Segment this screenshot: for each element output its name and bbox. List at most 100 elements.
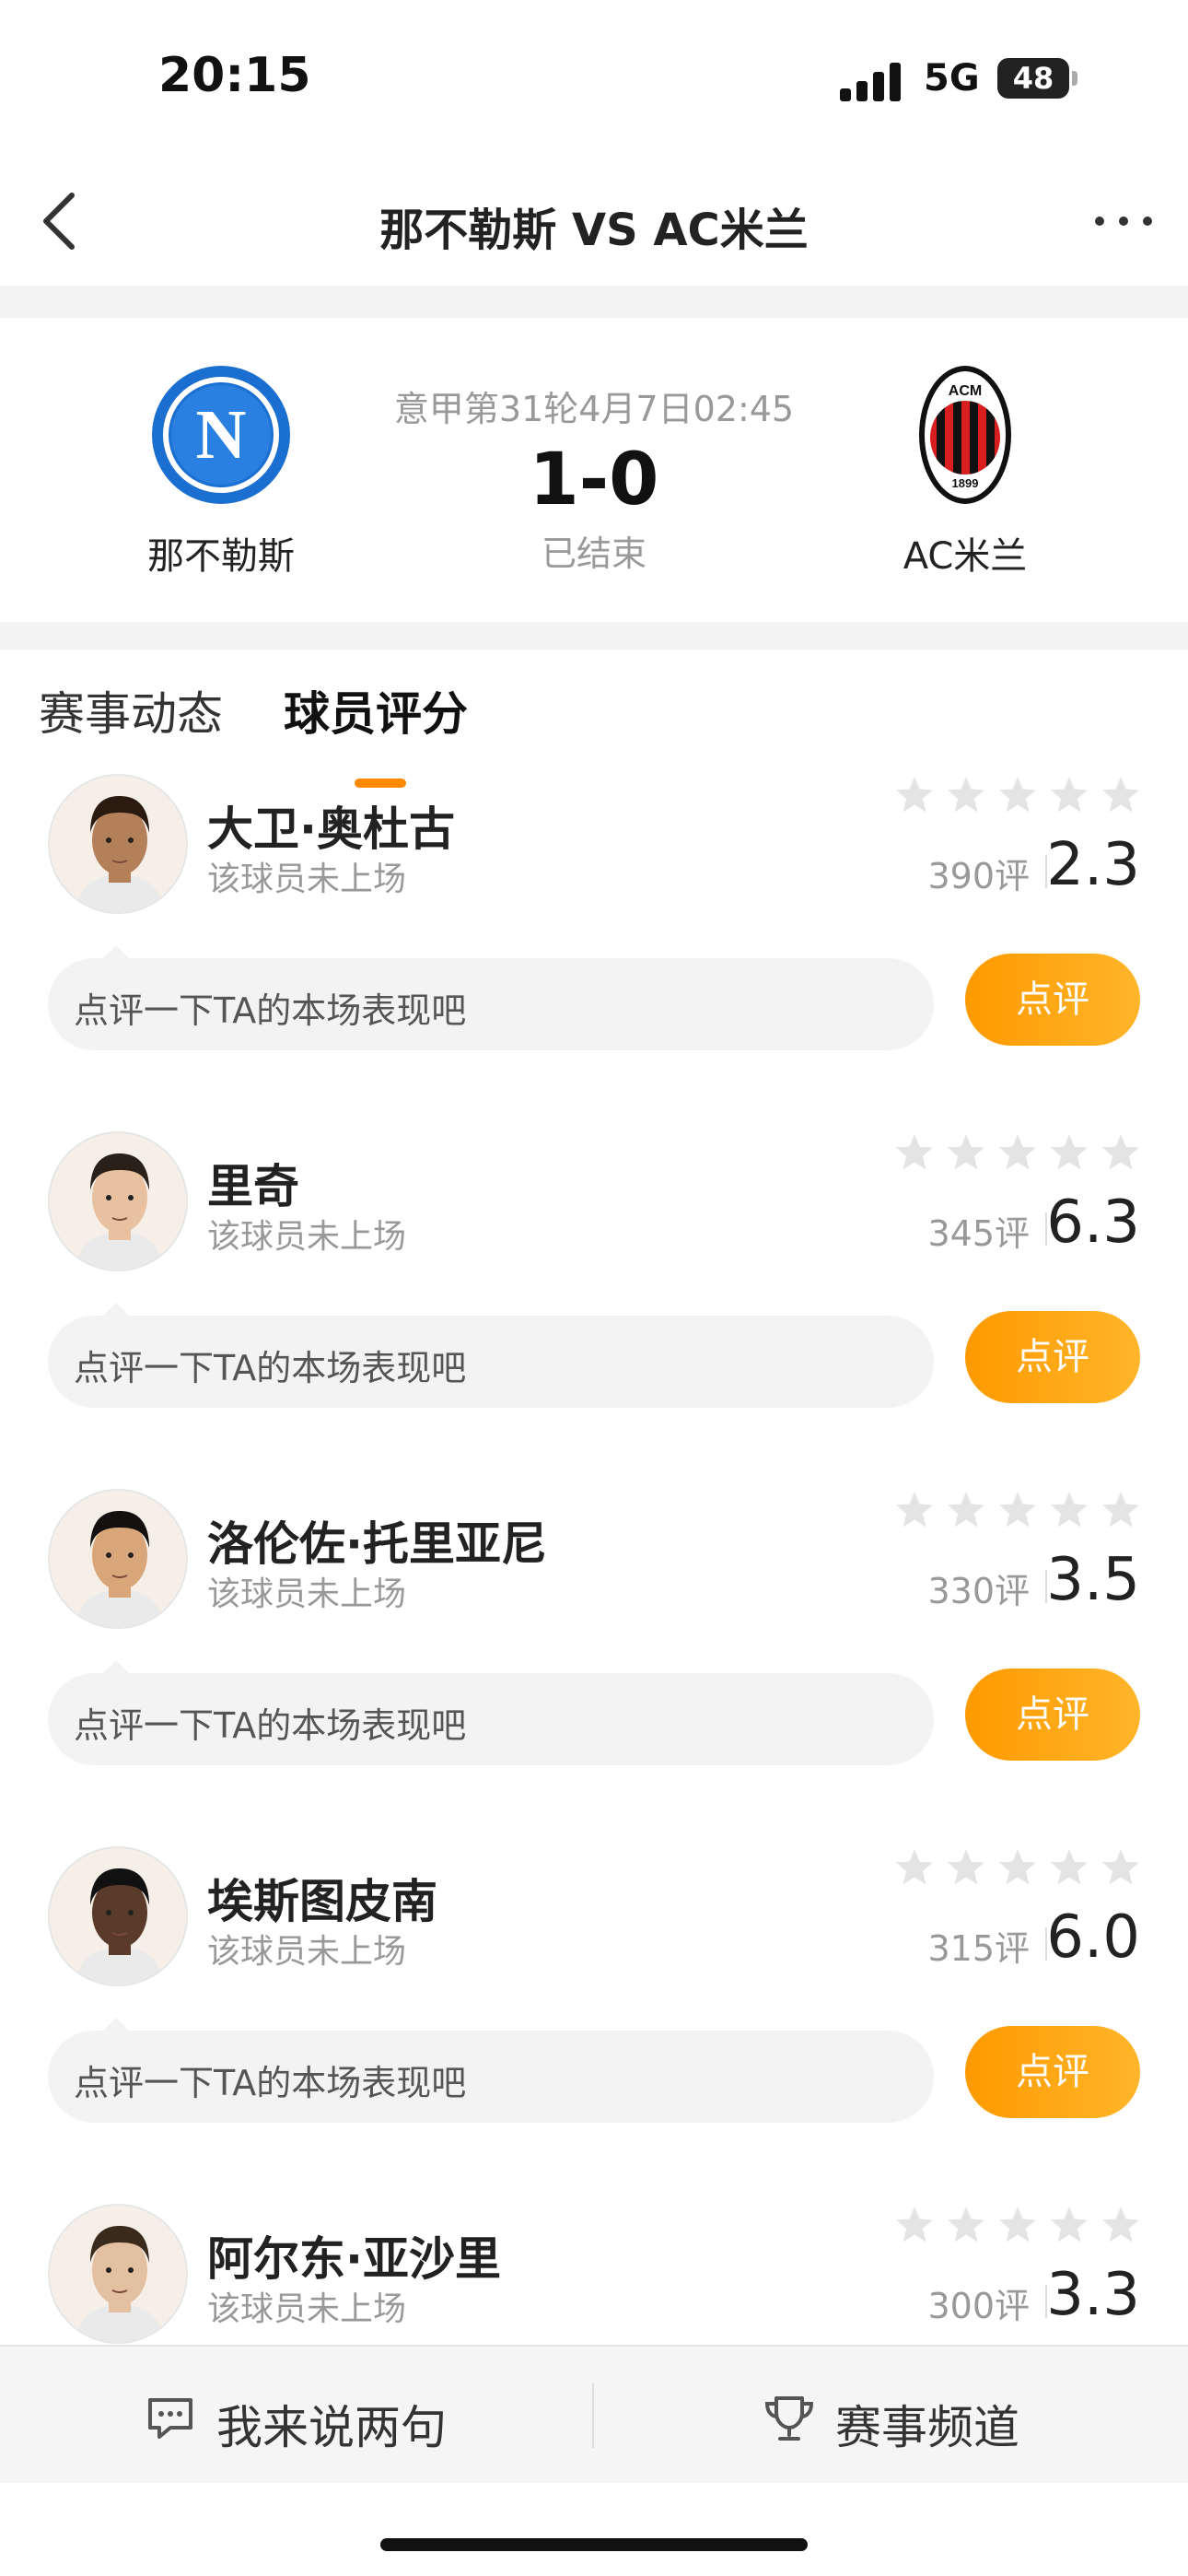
away-team-logo: ACM 1899 bbox=[894, 364, 1036, 506]
rating-score: 3.5 bbox=[1046, 1546, 1140, 1614]
comment-icon bbox=[148, 2398, 192, 2439]
tab-bar: 赛事动态 球员评分 bbox=[0, 677, 1188, 788]
star-icon[interactable] bbox=[945, 1489, 987, 1531]
star-icon[interactable] bbox=[996, 774, 1039, 816]
away-logo-year: 1899 bbox=[952, 476, 979, 490]
player-name[interactable]: 里奇 bbox=[207, 1150, 299, 1216]
home-team[interactable]: N 那不勒斯 bbox=[101, 364, 341, 580]
nav-bar: 那不勒斯 VS AC米兰 bbox=[0, 157, 1188, 286]
home-strip bbox=[0, 2483, 1188, 2576]
star-icon[interactable] bbox=[945, 2204, 987, 2246]
rating-stars[interactable] bbox=[893, 774, 1142, 816]
player-avatar[interactable] bbox=[48, 774, 188, 914]
star-icon[interactable] bbox=[1100, 1131, 1142, 1174]
player-status: 该球员未上场 bbox=[207, 1933, 407, 1971]
home-indicator[interactable] bbox=[380, 2538, 808, 2551]
comment-bubble-tail bbox=[101, 1660, 131, 1675]
page-title: 那不勒斯 VS AC米兰 bbox=[379, 205, 809, 256]
star-icon[interactable] bbox=[893, 2204, 936, 2246]
tab-match-events[interactable]: 赛事动态 bbox=[39, 677, 223, 744]
battery-level: 48 bbox=[1012, 61, 1054, 96]
comment-placeholder: 点评一下TA的本场表现吧 bbox=[74, 2063, 467, 2103]
match-info: 意甲第31轮4月7日02:45 1-0 已结束 bbox=[350, 381, 838, 576]
more-button[interactable] bbox=[1087, 184, 1160, 258]
status-time: 20:15 bbox=[158, 48, 311, 103]
signal-icon bbox=[840, 61, 904, 101]
comment-button-label: 我来说两句 bbox=[216, 2401, 447, 2454]
star-icon[interactable] bbox=[1100, 774, 1142, 816]
player-name[interactable]: 大卫·奥杜古 bbox=[207, 792, 455, 859]
rating-stars[interactable] bbox=[893, 1131, 1142, 1174]
rating-score: 6.0 bbox=[1046, 1903, 1140, 1972]
star-icon[interactable] bbox=[996, 1489, 1039, 1531]
comment-bubble-tail bbox=[101, 1303, 131, 1317]
player-row: 埃斯图皮南 该球员未上场 315评 6.0 点评一下TA的本场表现吧 点评 bbox=[0, 1846, 1188, 2204]
star-icon[interactable] bbox=[945, 1846, 987, 1889]
rating-score: 6.3 bbox=[1046, 1188, 1140, 1257]
comment-input[interactable]: 点评一下TA的本场表现吧 bbox=[48, 1660, 934, 1765]
league-channel-button[interactable]: 赛事频道 bbox=[594, 2347, 1188, 2485]
star-icon[interactable] bbox=[1048, 2204, 1090, 2246]
rating-count: 315评 bbox=[927, 1928, 1030, 1969]
star-icon[interactable] bbox=[945, 774, 987, 816]
player-status: 该球员未上场 bbox=[207, 2290, 407, 2328]
rating-count: 345评 bbox=[927, 1213, 1030, 1254]
star-icon[interactable] bbox=[1048, 1131, 1090, 1174]
away-team[interactable]: ACM 1899 AC米兰 bbox=[845, 364, 1085, 580]
player-avatar[interactable] bbox=[48, 1489, 188, 1629]
rate-button[interactable]: 点评 bbox=[965, 954, 1140, 1046]
match-card[interactable]: N 那不勒斯 意甲第31轮4月7日02:45 1-0 已结束 ACM 1899 … bbox=[0, 318, 1188, 622]
player-name[interactable]: 阿尔东·亚沙里 bbox=[207, 2222, 501, 2289]
league-channel-label: 赛事频道 bbox=[835, 2401, 1019, 2454]
star-icon[interactable] bbox=[996, 1131, 1039, 1174]
player-name[interactable]: 洛伦佐·托里亚尼 bbox=[207, 1507, 547, 1574]
player-avatar[interactable] bbox=[48, 1846, 188, 1986]
rating-stars[interactable] bbox=[893, 1489, 1142, 1531]
comment-input[interactable]: 点评一下TA的本场表现吧 bbox=[48, 1303, 934, 1408]
comment-input[interactable]: 点评一下TA的本场表现吧 bbox=[48, 2018, 934, 2123]
home-logo-letter: N bbox=[196, 396, 247, 474]
star-icon[interactable] bbox=[893, 1846, 936, 1889]
comment-placeholder: 点评一下TA的本场表现吧 bbox=[74, 1348, 467, 1388]
star-icon[interactable] bbox=[893, 1489, 936, 1531]
rate-button[interactable]: 点评 bbox=[965, 1669, 1140, 1761]
comment-button[interactable]: 我来说两句 bbox=[0, 2347, 594, 2485]
network-type: 5G bbox=[924, 57, 980, 100]
star-icon[interactable] bbox=[893, 1131, 936, 1174]
player-avatar[interactable] bbox=[48, 2204, 188, 2344]
tab-player-ratings[interactable]: 球员评分 bbox=[284, 677, 468, 744]
rate-button[interactable]: 点评 bbox=[965, 1311, 1140, 1403]
star-icon[interactable] bbox=[996, 2204, 1039, 2246]
more-dots-icon bbox=[1095, 217, 1152, 226]
comment-input[interactable]: 点评一下TA的本场表现吧 bbox=[48, 945, 934, 1050]
match-score: 1-0 bbox=[529, 439, 659, 521]
rating-score: 2.3 bbox=[1046, 831, 1140, 899]
star-icon[interactable] bbox=[996, 1846, 1039, 1889]
rating-stars[interactable] bbox=[893, 1846, 1142, 1889]
player-name[interactable]: 埃斯图皮南 bbox=[207, 1865, 437, 1931]
star-icon[interactable] bbox=[1048, 1846, 1090, 1889]
player-row: 洛伦佐·托里亚尼 该球员未上场 330评 3.5 点评一下TA的本场表现吧 点评 bbox=[0, 1489, 1188, 1846]
player-avatar[interactable] bbox=[48, 1131, 188, 1271]
player-row: 大卫·奥杜古 该球员未上场 390评 2.3 点评一下TA的本场表现吧 点评 bbox=[0, 774, 1188, 1131]
comment-bubble-tail bbox=[101, 945, 131, 960]
star-icon[interactable] bbox=[1100, 1489, 1142, 1531]
star-icon[interactable] bbox=[1048, 1489, 1090, 1531]
star-icon[interactable] bbox=[1100, 1846, 1142, 1889]
comment-placeholder: 点评一下TA的本场表现吧 bbox=[74, 1705, 467, 1746]
star-icon[interactable] bbox=[893, 774, 936, 816]
star-icon[interactable] bbox=[945, 1131, 987, 1174]
rating-stars[interactable] bbox=[893, 2204, 1142, 2246]
rate-button[interactable]: 点评 bbox=[965, 2026, 1140, 2118]
match-state: 已结束 bbox=[541, 533, 646, 574]
status-bar: 20:15 5G 48 bbox=[0, 0, 1188, 157]
star-icon[interactable] bbox=[1100, 2204, 1142, 2246]
battery-cap bbox=[1072, 71, 1077, 86]
home-team-logo: N bbox=[150, 364, 292, 506]
rating-count: 330评 bbox=[927, 1571, 1030, 1611]
comment-bubble-tail bbox=[101, 2018, 131, 2032]
player-status: 该球员未上场 bbox=[207, 861, 407, 898]
player-row: 里奇 该球员未上场 345评 6.3 点评一下TA的本场表现吧 点评 bbox=[0, 1131, 1188, 1489]
star-icon[interactable] bbox=[1048, 774, 1090, 816]
battery-icon: 48 bbox=[997, 58, 1069, 99]
